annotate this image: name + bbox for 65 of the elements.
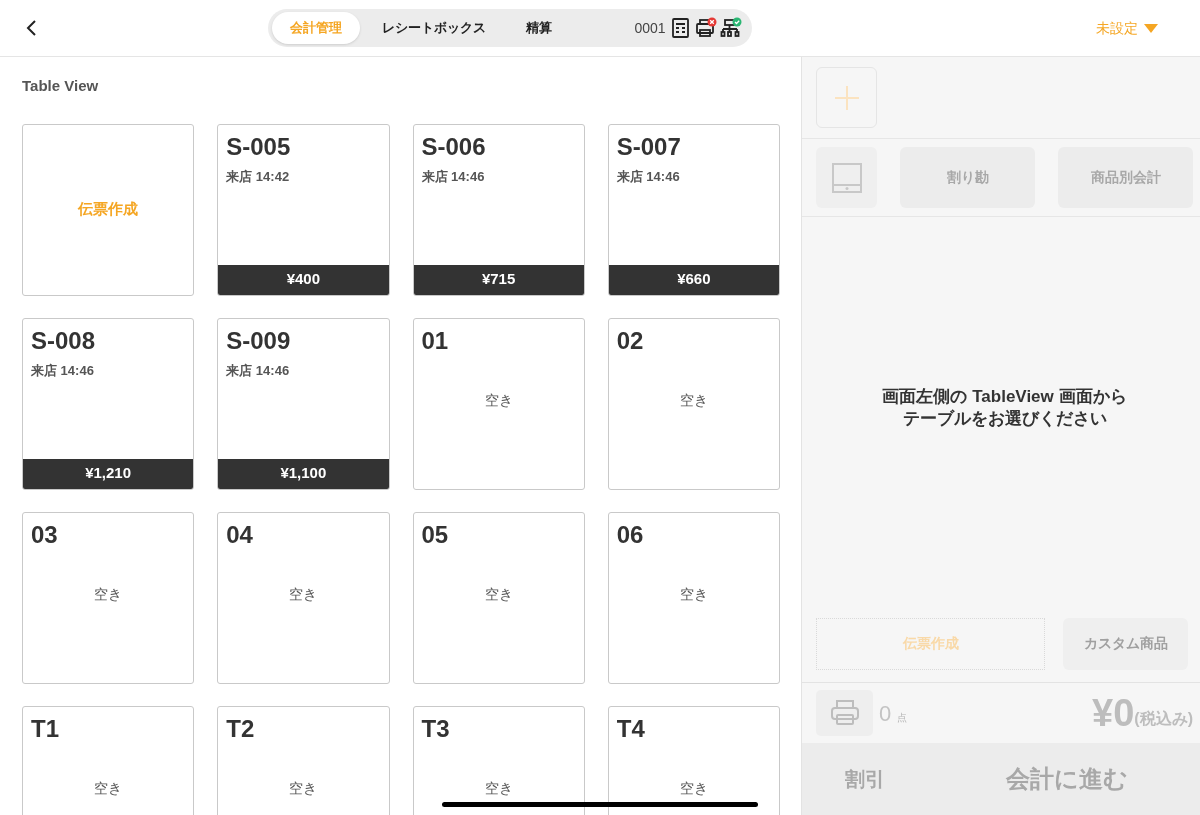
table-card[interactable]: S-005 来店 14:42 ¥400	[217, 123, 390, 296]
vacant-label: 空き	[484, 778, 513, 798]
vacant-label: 空き	[94, 778, 123, 798]
table-name: T4	[615, 713, 646, 744]
table-card[interactable]: S-009 来店 14:46 ¥1,100	[217, 317, 390, 490]
table-name: 04	[225, 519, 254, 550]
table-card[interactable]: T3 空き	[412, 705, 585, 815]
table-name: 01	[420, 325, 450, 356]
vacant-label: 空き	[484, 390, 513, 410]
tab[interactable]: レシートボックス	[364, 12, 505, 44]
table-name: T3	[420, 713, 451, 744]
amount-bar: ¥1,100	[218, 458, 389, 489]
vacant-label: 空き	[94, 584, 123, 604]
tab[interactable]: 精算	[508, 12, 571, 44]
vacant-label: 空き	[484, 584, 513, 604]
table-name: 02	[615, 325, 645, 356]
table-card[interactable]: S-007 来店 14:46 ¥660	[607, 123, 780, 296]
table-card[interactable]: 01 空き	[412, 317, 585, 490]
tax-note: (税込み)	[1134, 709, 1193, 729]
vacant-label: 空き	[679, 584, 708, 604]
table-name: 03	[30, 519, 59, 550]
arrival-time: 来店 14:42	[225, 167, 291, 186]
table-name: T2	[225, 713, 256, 744]
table-card[interactable]: T2 空き	[217, 705, 390, 815]
table-card[interactable]: S-008 来店 14:46 ¥1,210	[22, 317, 195, 490]
vacant-label: 空き	[289, 778, 318, 798]
table-name: S-007	[615, 131, 682, 162]
arrival-time: 来店 14:46	[615, 167, 681, 186]
table-card[interactable]: T1 空き	[22, 705, 195, 815]
arrival-time: 来店 14:46	[420, 167, 486, 186]
table-card[interactable]: 05 空き	[412, 511, 585, 684]
vacant-label: 空き	[679, 778, 708, 798]
table-name: T1	[30, 713, 60, 744]
calculator-icon[interactable]	[669, 17, 692, 39]
plus-icon	[833, 84, 860, 111]
amount-bar: ¥660	[608, 264, 779, 295]
total-amount: ¥0	[1092, 694, 1135, 732]
table-name: 05	[420, 519, 450, 550]
table-card[interactable]: T4 空き	[607, 705, 780, 815]
table-name: S-008	[30, 325, 97, 356]
table-card[interactable]: S-006 来店 14:46 ¥715	[412, 123, 585, 296]
caret-icon	[1144, 23, 1158, 33]
table-name: S-005	[225, 131, 292, 162]
arrival-time: 来店 14:46	[30, 361, 95, 380]
amount-bar: ¥1,210	[23, 458, 194, 489]
arrival-time: 来店 14:46	[225, 361, 291, 380]
printer-icon[interactable]	[694, 17, 717, 39]
table-card[interactable]: 02 空き	[607, 317, 780, 490]
printer-icon	[830, 700, 859, 726]
table-name: S-009	[225, 325, 292, 356]
table-card[interactable]: 06 空き	[607, 511, 780, 684]
table-name: 06	[615, 519, 645, 550]
cash-drawer-icon	[830, 161, 863, 194]
vacant-label: 空き	[289, 584, 318, 604]
network-icon[interactable]	[719, 17, 742, 39]
table-name: S-006	[420, 131, 487, 162]
instruction-message: 画面左側の TableView 画面から	[882, 386, 1127, 408]
terminal-id: 0001	[634, 18, 666, 38]
vacant-label: 空き	[679, 390, 708, 410]
amount-bar: ¥400	[218, 264, 389, 295]
table-card[interactable]: 04 空き	[217, 511, 390, 684]
table-card[interactable]: 03 空き	[22, 511, 195, 684]
section-title: Table View	[22, 76, 100, 96]
instruction-message: テーブルをお選びください	[902, 408, 1107, 430]
amount-bar: ¥715	[413, 264, 584, 295]
